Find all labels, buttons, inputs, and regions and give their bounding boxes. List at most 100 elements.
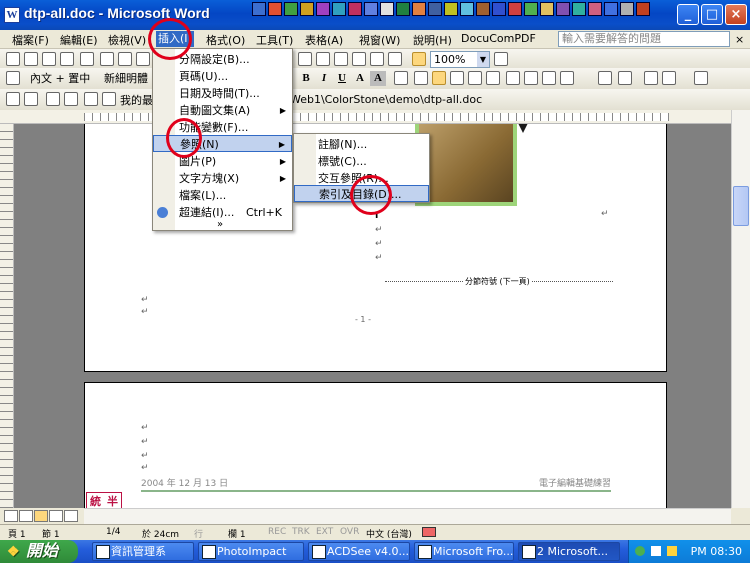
highlight-icon[interactable] bbox=[598, 71, 612, 85]
task-button[interactable]: PhotoImpact bbox=[198, 542, 304, 561]
styles-formatting-icon[interactable] bbox=[6, 71, 20, 85]
char-shading-button[interactable]: A bbox=[370, 71, 386, 86]
hyperlink-icon[interactable] bbox=[298, 52, 312, 66]
menu-view[interactable]: 檢視(V) bbox=[108, 32, 146, 48]
app-icon-20[interactable] bbox=[556, 2, 570, 16]
status-ovr[interactable]: OVR bbox=[340, 527, 359, 537]
app-icon-4[interactable] bbox=[300, 2, 314, 16]
app-icon-23[interactable] bbox=[604, 2, 618, 16]
columns-icon[interactable] bbox=[370, 52, 384, 66]
app-icon-5[interactable] bbox=[316, 2, 330, 16]
app-icon-19[interactable] bbox=[540, 2, 554, 16]
menu-window[interactable]: 視窗(W) bbox=[359, 32, 400, 48]
italic-button[interactable]: I bbox=[316, 71, 332, 86]
justify-icon[interactable] bbox=[468, 71, 482, 85]
back-icon[interactable] bbox=[6, 92, 20, 106]
menu-edit[interactable]: 編輯(E) bbox=[60, 32, 98, 48]
show-formatting-icon[interactable] bbox=[412, 52, 426, 66]
app-icon-21[interactable] bbox=[572, 2, 586, 16]
task-button[interactable]: Microsoft Fro... bbox=[414, 542, 514, 561]
menu-docucompdf[interactable]: DocuComPDF bbox=[461, 32, 536, 45]
align-right-icon[interactable] bbox=[450, 71, 464, 85]
menu-item-file[interactable]: 檔案(L)... bbox=[153, 187, 292, 204]
menu-item-caption[interactable]: 標號(C)... bbox=[294, 153, 429, 170]
tables-borders-icon[interactable] bbox=[316, 52, 330, 66]
status-rec[interactable]: REC bbox=[268, 527, 286, 537]
align-center-icon[interactable] bbox=[432, 71, 446, 85]
insert-table-icon[interactable] bbox=[334, 52, 348, 66]
app-icon-6[interactable] bbox=[332, 2, 346, 16]
increase-indent-icon[interactable] bbox=[560, 71, 574, 85]
task-button[interactable]: ACDSee v4.0... bbox=[308, 542, 410, 561]
line-spacing-icon[interactable] bbox=[486, 71, 500, 85]
app-icon-1[interactable] bbox=[252, 2, 266, 16]
app-icon-7[interactable] bbox=[348, 2, 362, 16]
scroll-thumb[interactable] bbox=[733, 186, 749, 226]
clock[interactable]: PM 08:30 bbox=[691, 540, 742, 563]
permission-icon[interactable] bbox=[60, 52, 74, 66]
stop-icon[interactable] bbox=[46, 92, 60, 106]
menu-item-picture[interactable]: 圖片(P) ▶ bbox=[153, 153, 292, 170]
spelling-status-icon[interactable] bbox=[422, 527, 436, 537]
normal-view-icon[interactable] bbox=[4, 510, 18, 522]
close-document-icon[interactable]: × bbox=[735, 33, 744, 46]
reading-view-icon[interactable] bbox=[64, 510, 78, 522]
app-icon-2[interactable] bbox=[268, 2, 282, 16]
app-icon-17[interactable] bbox=[508, 2, 522, 16]
app-icon-16[interactable] bbox=[492, 2, 506, 16]
app-icon-14[interactable] bbox=[460, 2, 474, 16]
app-icon-3[interactable] bbox=[284, 2, 298, 16]
toolbar-options-icon[interactable] bbox=[694, 71, 708, 85]
expand-menu-icon[interactable]: » bbox=[217, 219, 223, 230]
horizontal-ruler[interactable] bbox=[0, 110, 731, 124]
app-icon-10[interactable] bbox=[396, 2, 410, 16]
excel-sheet-icon[interactable] bbox=[352, 52, 366, 66]
spelling-icon[interactable] bbox=[136, 52, 150, 66]
status-ext[interactable]: EXT bbox=[316, 527, 333, 537]
menu-item-text-box[interactable]: 文字方塊(X) ▶ bbox=[153, 170, 292, 187]
word-app-icon[interactable]: W bbox=[4, 7, 20, 23]
refresh-icon[interactable] bbox=[64, 92, 78, 106]
print-preview-icon[interactable] bbox=[118, 52, 132, 66]
char-border-button[interactable]: A bbox=[352, 71, 368, 86]
char-scale-icon[interactable] bbox=[394, 71, 408, 85]
menu-item-autotext[interactable]: 自動圖文集(A) ▶ bbox=[153, 102, 292, 119]
app-icon-11[interactable] bbox=[412, 2, 426, 16]
app-icon-24[interactable] bbox=[620, 2, 634, 16]
align-left-icon[interactable] bbox=[414, 71, 428, 85]
bullets-icon[interactable] bbox=[524, 71, 538, 85]
zoom-combo[interactable]: 100% ▼ bbox=[430, 51, 490, 68]
print-icon[interactable] bbox=[100, 52, 114, 66]
app-icon-12[interactable] bbox=[428, 2, 442, 16]
enclose-char-icon[interactable] bbox=[662, 71, 676, 85]
new-document-icon[interactable] bbox=[6, 52, 20, 66]
app-icon-13[interactable] bbox=[444, 2, 458, 16]
tray-status-icon[interactable] bbox=[635, 546, 645, 556]
task-button[interactable]: 資訊管理系 bbox=[92, 542, 194, 561]
search-web-icon[interactable] bbox=[102, 92, 116, 106]
app-icon-9[interactable] bbox=[380, 2, 394, 16]
ime-width[interactable]: 半 bbox=[104, 493, 121, 509]
chevron-down-icon[interactable]: ▼ bbox=[477, 52, 489, 67]
app-icon-15[interactable] bbox=[476, 2, 490, 16]
tray-volume-icon[interactable] bbox=[667, 546, 677, 556]
help-question-input[interactable]: 輸入需要解答的問題 bbox=[558, 31, 730, 47]
status-trk[interactable]: TRK bbox=[292, 527, 310, 537]
document-page-2[interactable]: ↵ ↵ ↵ ↵ 2004 年 12 月 13 日 電子編輯基礎練習 bbox=[84, 382, 667, 508]
drawing-icon[interactable] bbox=[388, 52, 402, 66]
start-button[interactable]: 開始 bbox=[0, 540, 78, 563]
minimize-button[interactable]: _ bbox=[677, 4, 699, 25]
menu-table[interactable]: 表格(A) bbox=[305, 32, 343, 48]
tray-network-icon[interactable] bbox=[651, 546, 661, 556]
vertical-ruler[interactable] bbox=[0, 124, 14, 508]
close-window-button[interactable]: × bbox=[725, 4, 747, 25]
bold-button[interactable]: B bbox=[298, 71, 314, 86]
menu-format[interactable]: 格式(O) bbox=[206, 32, 245, 48]
open-folder-icon[interactable] bbox=[24, 52, 38, 66]
horizontal-scrollbar[interactable] bbox=[84, 508, 731, 524]
font-color-icon[interactable] bbox=[618, 71, 632, 85]
favorites-label[interactable]: 我的最 bbox=[120, 92, 153, 108]
save-icon[interactable] bbox=[42, 52, 56, 66]
menu-help[interactable]: 說明(H) bbox=[413, 32, 452, 48]
email-icon[interactable] bbox=[80, 52, 94, 66]
